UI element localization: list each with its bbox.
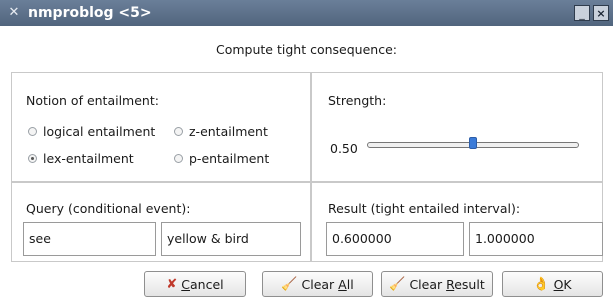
cancel-x-icon: ✘ (166, 276, 178, 292)
radio-circle-icon (174, 127, 183, 136)
strength-value: 0.50 (330, 141, 358, 156)
radio-circle-icon (174, 154, 183, 163)
entailment-label: Notion of entailment: (26, 93, 159, 108)
title-bar[interactable]: ✕ nmproblog <5> _ × (0, 0, 613, 26)
clear-result-button-label: Clear Result (409, 276, 485, 292)
radio-label: p-entailment (189, 151, 270, 166)
entailment-panel: Notion of entailment: logical entailment… (11, 72, 311, 182)
result-panel: Result (tight entailed interval): 0.6000… (311, 182, 603, 262)
clear-all-button-label: Clear All (301, 276, 354, 292)
clear-result-button[interactable]: 🧹 Clear Result (381, 271, 493, 297)
result-upper-field[interactable]: 1.000000 (469, 222, 603, 256)
radio-circle-selected-icon (28, 154, 37, 163)
radio-logical-entailment[interactable]: logical entailment (28, 124, 155, 139)
radio-label: lex-entailment (43, 151, 134, 166)
x-logo-icon: ✕ (8, 5, 20, 20)
radio-p-entailment[interactable]: p-entailment (174, 151, 269, 166)
strength-slider-handle[interactable] (469, 137, 477, 149)
dialog-heading: Compute tight consequence: (216, 42, 397, 57)
query-label: Query (conditional event): (26, 201, 191, 216)
result-lower-field[interactable]: 0.600000 (326, 222, 464, 256)
radio-label: logical entailment (43, 124, 156, 139)
radio-lex-entailment[interactable]: lex-entailment (28, 151, 134, 166)
window-title: nmproblog <5> (28, 5, 152, 21)
broom-icon: 🧹 (389, 276, 406, 292)
query-panel: Query (conditional event): see yellow & … (11, 182, 311, 262)
radio-label: z-entailment (189, 124, 268, 139)
strength-label: Strength: (328, 93, 387, 108)
broom-icon: 🧹 (281, 276, 298, 292)
cancel-button[interactable]: ✘ Cancel (144, 271, 246, 297)
ok-hand-icon: 👌 (533, 276, 550, 292)
radio-circle-icon (28, 127, 37, 136)
clear-all-button[interactable]: 🧹 Clear All (262, 271, 373, 297)
ok-button[interactable]: 👌 OK (502, 271, 603, 297)
minimize-button[interactable]: _ (574, 5, 590, 21)
strength-panel: Strength: 0.50 (311, 72, 603, 182)
close-button[interactable]: × (593, 5, 609, 21)
cancel-button-label: Cancel (181, 276, 224, 292)
ok-button-label: OK (553, 276, 572, 292)
query-consequent-input[interactable]: see (23, 222, 156, 256)
query-antecedent-input[interactable]: yellow & bird (161, 222, 301, 256)
result-label: Result (tight entailed interval): (328, 201, 521, 216)
radio-z-entailment[interactable]: z-entailment (174, 124, 268, 139)
